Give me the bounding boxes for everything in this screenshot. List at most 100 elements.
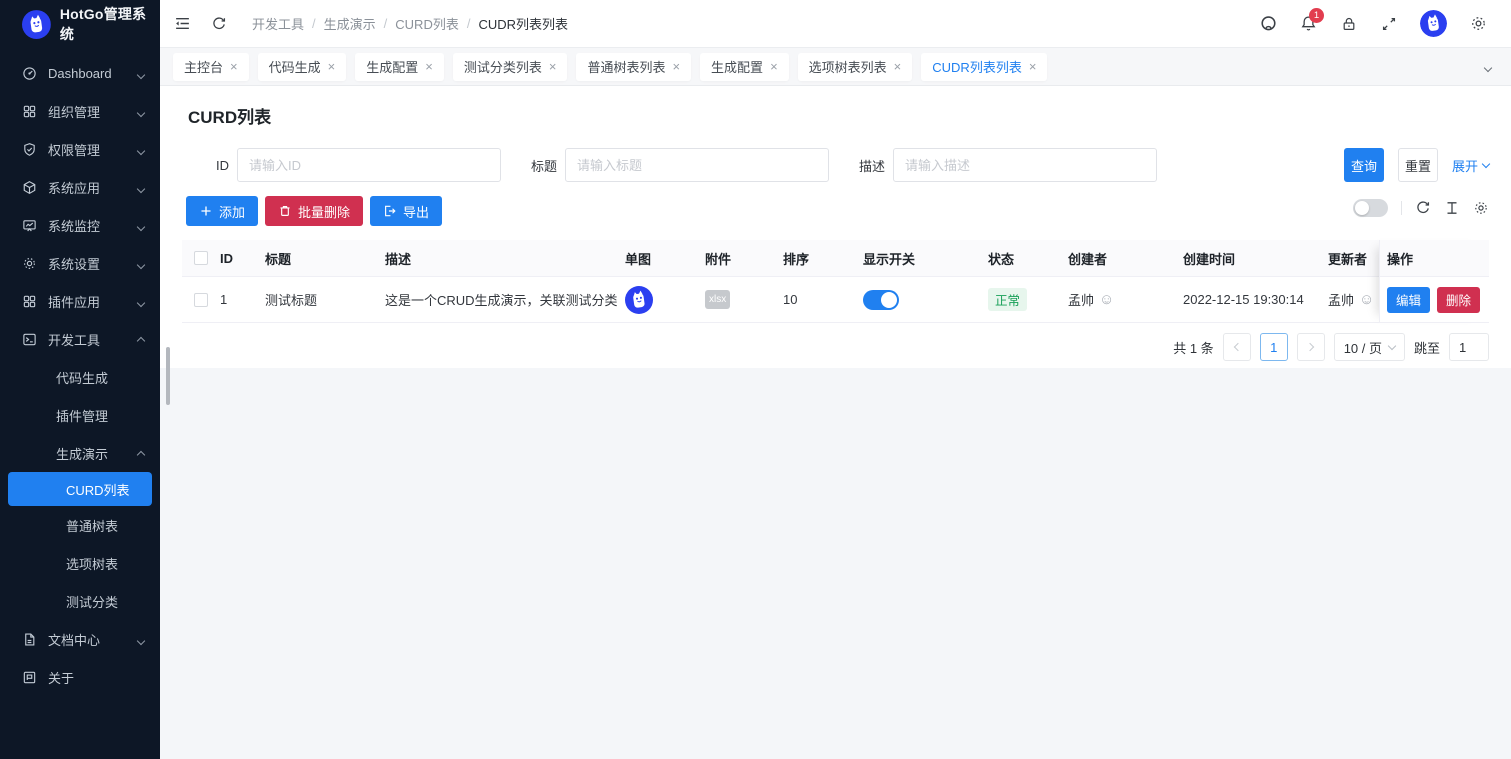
- tabbar-collapse-icon[interactable]: [1485, 59, 1491, 74]
- sidebar-item-plugins[interactable]: 插件应用: [0, 282, 160, 320]
- tab-gen-config-2[interactable]: 生成配置: [700, 53, 789, 81]
- sidebar-item-dashboard[interactable]: Dashboard: [0, 54, 160, 92]
- add-button[interactable]: 添加: [186, 196, 258, 226]
- sidebar-item-code-gen[interactable]: 代码生成: [0, 358, 160, 396]
- batch-delete-button[interactable]: 批量删除: [265, 196, 363, 226]
- cell-creator: 孟帅: [1068, 290, 1094, 309]
- cell-updater: 孟帅: [1328, 290, 1354, 309]
- dashboard-icon: [22, 66, 37, 81]
- about-icon: [22, 670, 37, 685]
- tab-console[interactable]: 主控台: [173, 53, 249, 81]
- creator-avatar-icon: [1099, 292, 1114, 307]
- col-created-at: 创建时间: [1183, 249, 1328, 268]
- expand-filters-link[interactable]: 展开: [1452, 156, 1489, 175]
- plus-icon: [199, 204, 213, 218]
- chevron-down-icon: [1482, 159, 1490, 167]
- sidebar-item-system-app[interactable]: 系统应用: [0, 168, 160, 206]
- row-image-thumbnail[interactable]: [625, 286, 653, 314]
- cube-icon: [22, 180, 37, 195]
- tab-gen-config-1[interactable]: 生成配置: [355, 53, 444, 81]
- tab-close-icon[interactable]: [230, 60, 238, 73]
- col-creator: 创建者: [1068, 249, 1183, 268]
- user-avatar[interactable]: [1420, 10, 1447, 37]
- sidebar-item-org[interactable]: 组织管理: [0, 92, 160, 130]
- attachment-chip[interactable]: xlsx: [705, 290, 730, 309]
- prev-page-button[interactable]: [1223, 333, 1251, 361]
- filter-title-label: 标题: [505, 156, 565, 175]
- filter-title-input[interactable]: [565, 148, 829, 182]
- col-switch: 显示开关: [863, 249, 988, 268]
- fullscreen-icon[interactable]: [1380, 15, 1397, 32]
- tab-test-category-list[interactable]: 测试分类列表: [453, 53, 568, 81]
- lock-icon[interactable]: [1340, 15, 1357, 32]
- select-all-checkbox[interactable]: [194, 251, 208, 265]
- chevron-down-icon: [137, 298, 145, 306]
- cell-created-at: 2022-12-15 19:30:14: [1183, 292, 1328, 307]
- search-button[interactable]: 查询: [1344, 148, 1384, 182]
- cell-sort: 10: [783, 292, 863, 307]
- filter-description-input[interactable]: [893, 148, 1157, 182]
- trash-icon: [278, 204, 292, 218]
- tab-close-icon[interactable]: [894, 60, 902, 73]
- app-logo[interactable]: HotGo管理系统: [0, 0, 160, 48]
- next-page-button[interactable]: [1297, 333, 1325, 361]
- sidebar-item-option-tree[interactable]: 选项树表: [0, 544, 160, 582]
- sidebar-item-settings[interactable]: 系统设置: [0, 244, 160, 282]
- tab-close-icon[interactable]: [549, 60, 557, 73]
- breadcrumb-item[interactable]: CURD列表: [395, 14, 459, 33]
- sidebar-menu: Dashboard 组织管理 权限管理 系统应用 系统监控: [0, 48, 160, 696]
- row-checkbox[interactable]: [194, 293, 208, 307]
- tab-cudr-list-active[interactable]: CUDR列表列表: [921, 53, 1047, 81]
- table-row: 1 测试标题 这是一个CRUD生成演示，关联测试分类 xlsx 10 正常 孟帅…: [182, 277, 1489, 323]
- sidebar-item-devtools[interactable]: 开发工具: [0, 320, 160, 358]
- reload-icon[interactable]: [210, 15, 227, 32]
- menu-fold-icon[interactable]: [174, 15, 191, 32]
- striped-toggle[interactable]: [1353, 199, 1388, 217]
- chevron-down-icon: [137, 260, 145, 268]
- sidebar-item-normal-tree[interactable]: 普通树表: [0, 506, 160, 544]
- refresh-table-icon[interactable]: [1415, 200, 1431, 216]
- jump-to-input[interactable]: [1449, 333, 1489, 361]
- breadcrumb-item[interactable]: 开发工具: [252, 14, 304, 33]
- tab-option-tree-list[interactable]: 选项树表列表: [798, 53, 913, 81]
- vertical-scrollbar[interactable]: [166, 347, 170, 405]
- updater-avatar-icon: [1359, 292, 1374, 307]
- breadcrumb-item[interactable]: 生成演示: [324, 14, 376, 33]
- tab-close-icon[interactable]: [425, 60, 433, 73]
- filter-description: 描述: [833, 148, 1157, 182]
- data-table: ID 标题 描述 单图 附件 排序 显示开关 状态 创建者 创建时间 更新者 1…: [182, 240, 1489, 323]
- column-settings-gear-icon[interactable]: [1473, 200, 1489, 216]
- tab-close-icon[interactable]: [672, 60, 680, 73]
- github-icon[interactable]: [1260, 15, 1277, 32]
- chevron-right-icon: [1305, 343, 1313, 351]
- app-title: HotGo管理系统: [60, 4, 160, 44]
- filter-id-input[interactable]: [237, 148, 501, 182]
- delete-button[interactable]: 删除: [1437, 287, 1480, 313]
- sidebar-item-monitor[interactable]: 系统监控: [0, 206, 160, 244]
- edit-button[interactable]: 编辑: [1387, 287, 1430, 313]
- sidebar-item-permission[interactable]: 权限管理: [0, 130, 160, 168]
- cell-description: 这是一个CRUD生成演示，关联测试分类: [385, 290, 625, 309]
- chevron-up-icon: [137, 336, 145, 344]
- sidebar-item-about[interactable]: 关于: [0, 658, 160, 696]
- filter-title: 标题: [505, 148, 829, 182]
- page-size-select[interactable]: 10 / 页: [1334, 333, 1405, 361]
- tab-normal-tree-list[interactable]: 普通树表列表: [576, 53, 691, 81]
- sidebar-item-gen-demo[interactable]: 生成演示: [0, 434, 160, 472]
- settings-gear-icon[interactable]: [1470, 15, 1487, 32]
- breadcrumb-item-current: CUDR列表列表: [478, 14, 568, 33]
- sidebar-item-docs[interactable]: 文档中心: [0, 620, 160, 658]
- export-button[interactable]: 导出: [370, 196, 442, 226]
- sidebar-item-test-category[interactable]: 测试分类: [0, 582, 160, 620]
- tab-close-icon[interactable]: [328, 60, 336, 73]
- row-display-switch[interactable]: [863, 290, 899, 310]
- tab-code-gen[interactable]: 代码生成: [258, 53, 347, 81]
- content-card: CURD列表 ID 标题 描述 查询 重置 展开 添加: [160, 86, 1511, 368]
- tab-close-icon[interactable]: [770, 60, 778, 73]
- sidebar-item-curd-list[interactable]: CURD列表: [8, 472, 152, 506]
- tab-close-icon[interactable]: [1029, 60, 1037, 73]
- page-number-current[interactable]: 1: [1260, 333, 1288, 361]
- reset-button[interactable]: 重置: [1398, 148, 1438, 182]
- sidebar-item-plugin-manage[interactable]: 插件管理: [0, 396, 160, 434]
- row-height-icon[interactable]: [1444, 200, 1460, 216]
